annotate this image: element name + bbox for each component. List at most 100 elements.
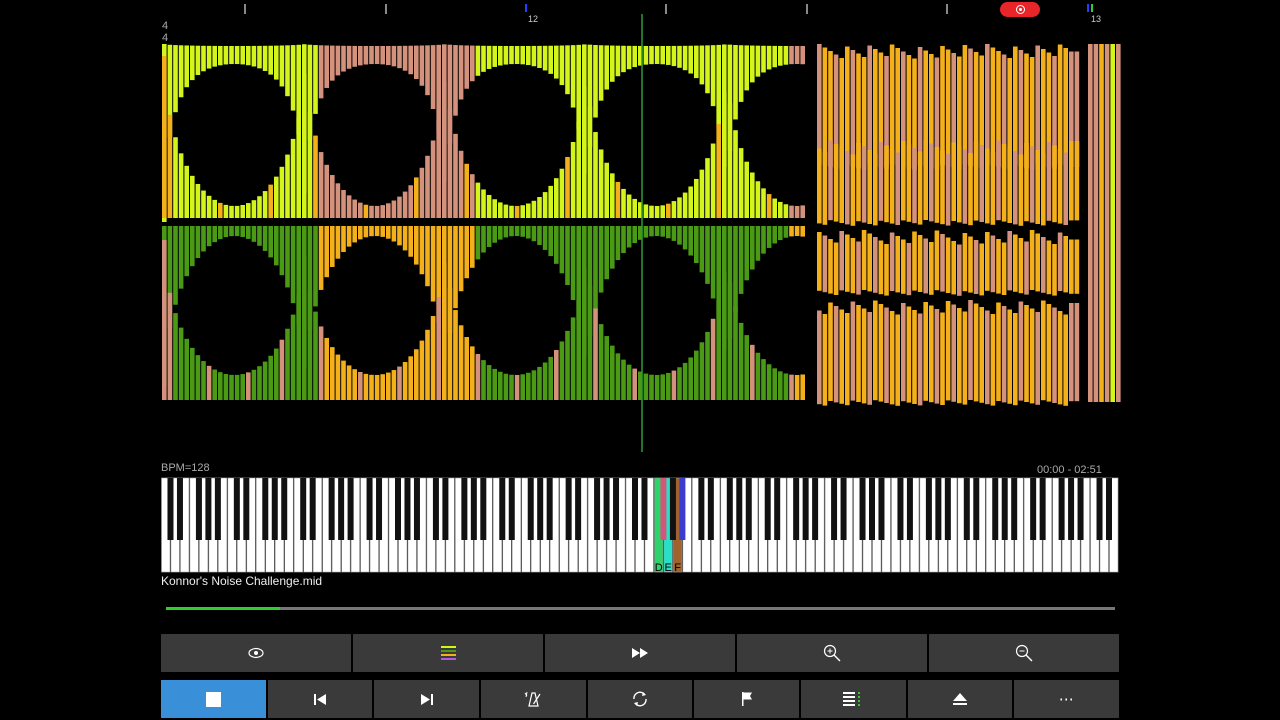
note-bar <box>733 306 738 400</box>
view-toggle-button[interactable] <box>161 634 351 672</box>
eject-button[interactable] <box>907 680 1013 718</box>
note-bar <box>290 226 296 304</box>
note-bar <box>671 45 677 67</box>
note-bar <box>162 240 167 400</box>
piano-keyboard[interactable]: DEF <box>161 477 1119 574</box>
note-bar <box>290 45 296 111</box>
note-bar <box>660 205 665 218</box>
note-bar <box>957 244 962 296</box>
note-bar <box>352 45 357 67</box>
metronome-icon <box>524 691 541 707</box>
note-bar <box>861 230 867 290</box>
note-bar <box>369 226 374 237</box>
record-button[interactable] <box>1000 2 1040 17</box>
note-bar <box>246 45 251 66</box>
fast-forward-button[interactable] <box>545 634 735 672</box>
piano-roll-view[interactable]: DEF <box>0 0 1280 720</box>
note-bar <box>279 45 285 87</box>
note-bar <box>498 371 503 400</box>
black-key <box>546 478 553 540</box>
stop-button[interactable] <box>161 680 266 718</box>
note-bar <box>934 309 940 404</box>
skip-back-button[interactable] <box>267 680 373 718</box>
measure-tick <box>1087 4 1089 12</box>
note-bar <box>660 45 665 65</box>
note-bar <box>593 45 598 118</box>
note-bar <box>705 158 710 218</box>
note-bar <box>285 328 290 400</box>
note-bar <box>917 313 923 406</box>
note-bar <box>934 230 940 291</box>
note-bar <box>1088 44 1093 402</box>
note-bar <box>1063 314 1068 406</box>
more-button[interactable]: ⋯ <box>1014 680 1120 718</box>
note-bar <box>733 44 738 120</box>
black-key <box>906 478 913 540</box>
note-bar <box>610 173 615 218</box>
note-bar <box>559 168 565 218</box>
black-key <box>195 478 202 540</box>
note-bar <box>761 188 766 218</box>
black-key <box>878 478 885 540</box>
metronome-button[interactable] <box>481 680 586 718</box>
note-bar <box>492 226 497 243</box>
note-bar <box>794 374 800 400</box>
note-bar <box>716 123 721 218</box>
black-key <box>1039 478 1046 540</box>
note-bar <box>481 226 486 253</box>
time-signature: 4 4 <box>162 20 168 44</box>
tracks-button[interactable] <box>353 634 543 672</box>
black-key <box>594 478 601 540</box>
skip-forward-button[interactable] <box>374 680 480 718</box>
note-bar <box>425 329 430 400</box>
note-bar <box>391 45 397 67</box>
mixer-button[interactable] <box>801 680 906 718</box>
note-bar <box>895 236 900 293</box>
note-bar <box>923 140 928 220</box>
note-bar <box>542 192 548 218</box>
note-bar <box>643 373 649 400</box>
zoom-in-button[interactable] <box>737 634 927 672</box>
black-key <box>480 478 487 540</box>
note-bar <box>570 45 576 108</box>
note-bar <box>386 372 391 400</box>
note-bar <box>358 45 363 66</box>
note-bar <box>190 175 195 218</box>
note-bar <box>1013 151 1018 225</box>
note-bar <box>419 340 425 400</box>
note-bar <box>794 205 800 218</box>
note-bar <box>234 205 240 218</box>
note-bar <box>537 366 542 400</box>
note-bar <box>856 143 861 222</box>
note-bar <box>1007 309 1012 404</box>
note-bar <box>369 374 374 400</box>
marker-flag-button[interactable] <box>694 680 800 718</box>
note-bar <box>274 348 279 400</box>
note-bar <box>453 226 458 309</box>
note-bar <box>1074 239 1080 294</box>
note-bar <box>979 243 984 296</box>
note-bar <box>554 178 559 218</box>
note-bar <box>526 203 531 218</box>
note-bar <box>1024 143 1029 222</box>
note-bar <box>318 226 324 290</box>
note-bar <box>621 226 626 254</box>
note-bar <box>240 226 245 238</box>
zoom-out-button[interactable] <box>929 634 1119 672</box>
note-bar <box>330 347 335 400</box>
black-key <box>613 478 620 540</box>
note-bar <box>481 189 486 218</box>
black-key <box>736 478 743 540</box>
note-bar <box>744 161 749 218</box>
black-key <box>869 478 875 540</box>
black-key <box>413 478 420 540</box>
note-bar <box>962 311 968 405</box>
playback-progress-bar[interactable] <box>166 607 1115 610</box>
note-bar <box>817 310 822 405</box>
note-bar <box>822 314 828 406</box>
note-bar <box>660 226 665 237</box>
note-bar <box>1052 145 1057 223</box>
note-bar <box>889 149 895 224</box>
note-bar <box>425 226 430 287</box>
loop-button[interactable] <box>587 680 693 718</box>
